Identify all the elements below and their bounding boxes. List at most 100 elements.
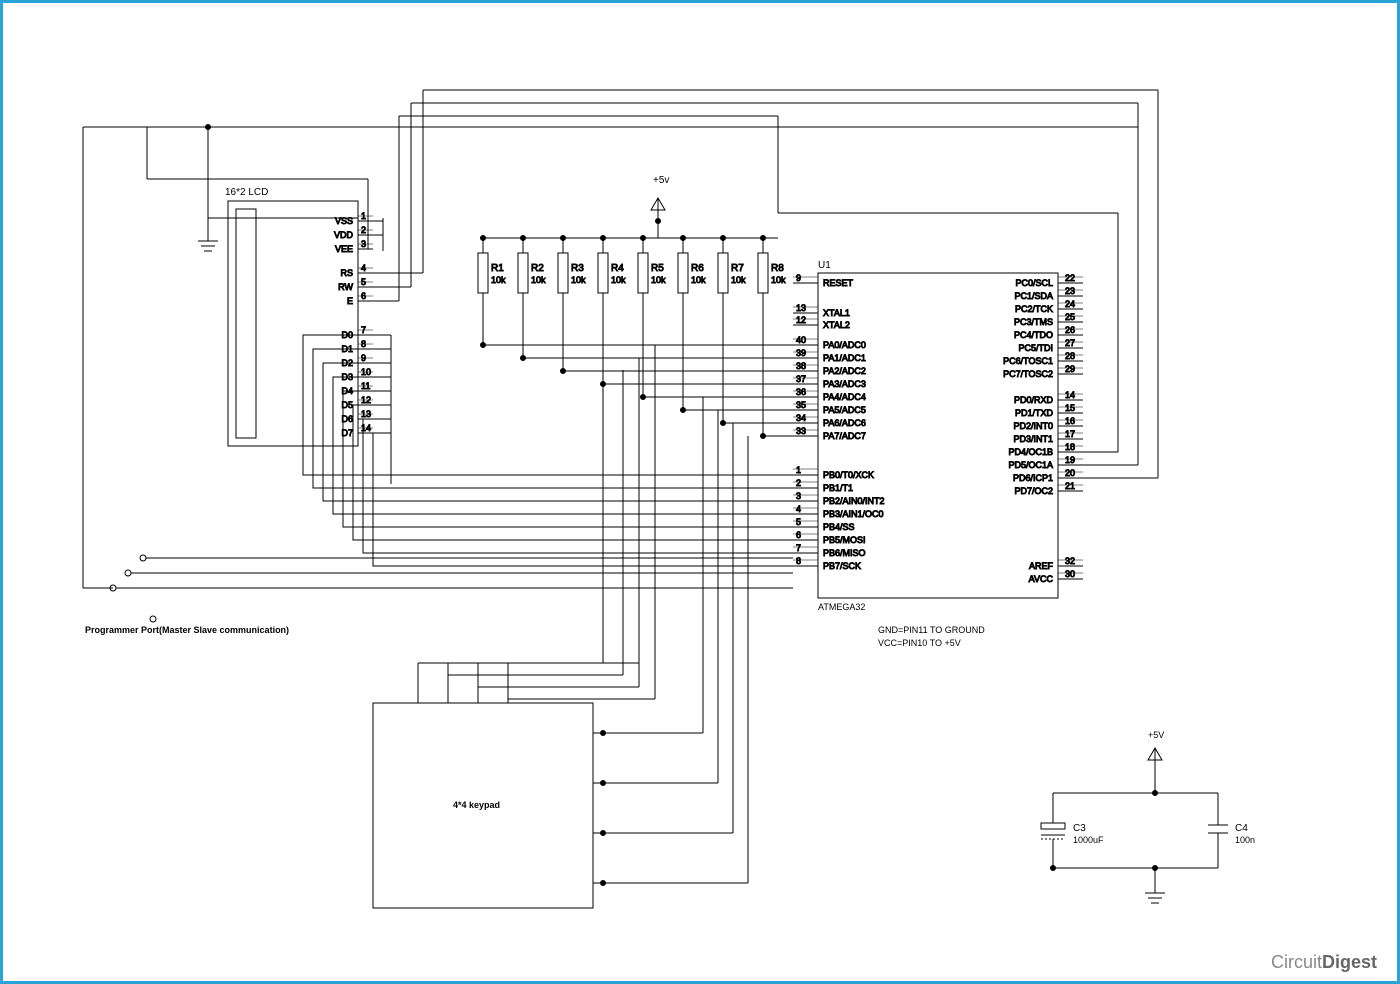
lcd-pin-num: 1: [361, 211, 366, 221]
mcu-pin-num: 39: [796, 348, 806, 358]
watermark: CircuitDigest: [1271, 952, 1377, 973]
mcu-ref: U1: [818, 260, 831, 271]
mcu-pin-label: RESET: [823, 278, 854, 288]
mcu-pin-label: PD4/OC1B: [1008, 447, 1053, 457]
mcu-pin-num: 8: [796, 556, 801, 566]
mcu-pin-num: 34: [796, 413, 806, 423]
mcu-pin-label: PA7/ADC7: [823, 431, 866, 441]
mcu-pin-label: PC1/SDA: [1014, 291, 1053, 301]
mcu-pin-num: 7: [796, 543, 801, 553]
mcu-pin-num: 14: [1065, 390, 1075, 400]
resistor-ref: R2: [531, 263, 544, 274]
mcu-pin-label: PA2/ADC2: [823, 366, 866, 376]
mcu-pin-label: AREF: [1029, 561, 1054, 571]
lcd-pin-num: 12: [361, 395, 371, 405]
resistor-ref: R4: [611, 263, 624, 274]
vcc-note: VCC=PIN10 TO +5V: [878, 638, 961, 648]
mcu-pin-num: 19: [1065, 455, 1075, 465]
resistor-ref: R5: [651, 263, 664, 274]
mcu-pin-label: PD0/RXD: [1014, 395, 1054, 405]
resistor-val: 10k: [771, 275, 786, 285]
lcd-pin-num: 11: [361, 381, 370, 391]
c4-ref: C4: [1235, 823, 1248, 834]
mcu-pin-label: PD7/OC2: [1014, 486, 1053, 496]
mcu-pin-num: 4: [796, 504, 801, 514]
mcu-pin-num: 1: [796, 465, 801, 475]
mcu-pin-label: PB3/AIN1/OC0: [823, 509, 884, 519]
mcu-pin-label: PA4/ADC4: [823, 392, 866, 402]
programmer-port: Programmer Port(Master Slave communicati…: [85, 555, 793, 635]
lcd-pin-num: 7: [361, 325, 366, 335]
mcu-pin-num: 26: [1065, 325, 1075, 335]
mcu-pin-num: 15: [1065, 403, 1075, 413]
resistor-ref: R7: [731, 263, 744, 274]
keypad-label: 4*4 keypad: [453, 800, 500, 810]
mcu-pin-num: 38: [796, 361, 806, 371]
lcd-pin-num: 2: [361, 225, 366, 235]
v5-label-b: +5V: [1148, 730, 1164, 740]
resistor-val: 10k: [651, 275, 666, 285]
lcd-pin-num: 13: [361, 409, 371, 419]
mcu-pin-num: 30: [1065, 569, 1075, 579]
mcu-pin-num: 27: [1065, 338, 1075, 348]
mcu-pin-label: PB5/MOSI: [823, 535, 866, 545]
mcu-pin-label: PC3/TMS: [1014, 317, 1053, 327]
gnd-note: GND=PIN11 TO GROUND: [878, 625, 985, 635]
resistor-val: 10k: [691, 275, 706, 285]
mcu-pin-label: PC4/TDO: [1014, 330, 1053, 340]
mcu-pin-label: PD2/INT0: [1013, 421, 1053, 431]
mcu-pin-label: AVCC: [1029, 574, 1054, 584]
resistor-val: 10k: [571, 275, 586, 285]
resistor-ref: R1: [491, 263, 504, 274]
resistor-val: 10k: [731, 275, 746, 285]
mcu-pin-label: PA0/ADC0: [823, 340, 866, 350]
lcd-pin-num: 9: [361, 353, 366, 363]
keypad-block: 4*4 keypad: [373, 703, 593, 908]
lcd-pin-num: 6: [361, 291, 366, 301]
lcd-pin-label: VEE: [335, 244, 353, 254]
lcd-pin-num: 5: [361, 277, 366, 287]
mcu-pin-num: 28: [1065, 351, 1075, 361]
cap-network: +5V C3 1000uF C4 100n: [1041, 730, 1255, 903]
lcd-pin-label: RS: [340, 268, 353, 278]
mcu-pin-label: PA1/ADC1: [823, 353, 866, 363]
lcd-pin-num: 3: [361, 239, 366, 249]
mcu-pin-num: 35: [796, 400, 806, 410]
lcd-pin-label: RW: [338, 282, 353, 292]
mcu-pin-num: 23: [1065, 286, 1075, 296]
mcu-pin-label: PC7/TOSC2: [1003, 369, 1053, 379]
mcu-pin-num: 36: [796, 387, 806, 397]
mcu-pin-num: 21: [1065, 481, 1075, 491]
mcu-pin-num: 25: [1065, 312, 1075, 322]
mcu-pin-label: PB0/T0/XCK: [823, 470, 874, 480]
mcu-pin-label: PD6/ICP1: [1013, 473, 1053, 483]
mcu-pin-label: XTAL1: [823, 308, 850, 318]
c4-val: 100n: [1235, 835, 1255, 845]
mcu-pin-label: PB1/T1: [823, 483, 853, 493]
mcu-pin-label: PC0/SCL: [1015, 278, 1053, 288]
mcu-pin-label: PA6/ADC6: [823, 418, 866, 428]
mcu-pin-num: 29: [1065, 364, 1075, 374]
mcu-pin-label: PD3/INT1: [1013, 434, 1053, 444]
mcu-pin-num: 32: [1065, 556, 1075, 566]
mcu-pin-label: PB7/SCK: [823, 561, 861, 571]
mcu-pin-num: 12: [796, 315, 806, 325]
mcu-pin-num: 20: [1065, 468, 1075, 478]
mcu-pin-num: 6: [796, 530, 801, 540]
mcu-pin-label: PC2/TCK: [1015, 304, 1053, 314]
mcu-pin-num: 18: [1065, 442, 1075, 452]
resistor-ref: R6: [691, 263, 704, 274]
mcu-pin-num: 17: [1065, 429, 1075, 439]
lcd-pin-num: 10: [361, 367, 371, 377]
mcu-pin-label: PB6/MISO: [823, 548, 866, 558]
mcu-pin-label: PC5/TDI: [1018, 343, 1053, 353]
mcu-pin-num: 13: [796, 303, 806, 313]
v5-label-a: +5v: [653, 175, 669, 186]
lcd-pin-label: E: [347, 296, 353, 306]
v5-rail-top: +5v: [483, 175, 778, 238]
mcu-pin-label: XTAL2: [823, 320, 850, 330]
mcu-pin-label: PD1/TXD: [1015, 408, 1054, 418]
mcu-pin-num: 24: [1065, 299, 1075, 309]
resistor-ref: R3: [571, 263, 584, 274]
mcu-pin-label: PA5/ADC5: [823, 405, 866, 415]
